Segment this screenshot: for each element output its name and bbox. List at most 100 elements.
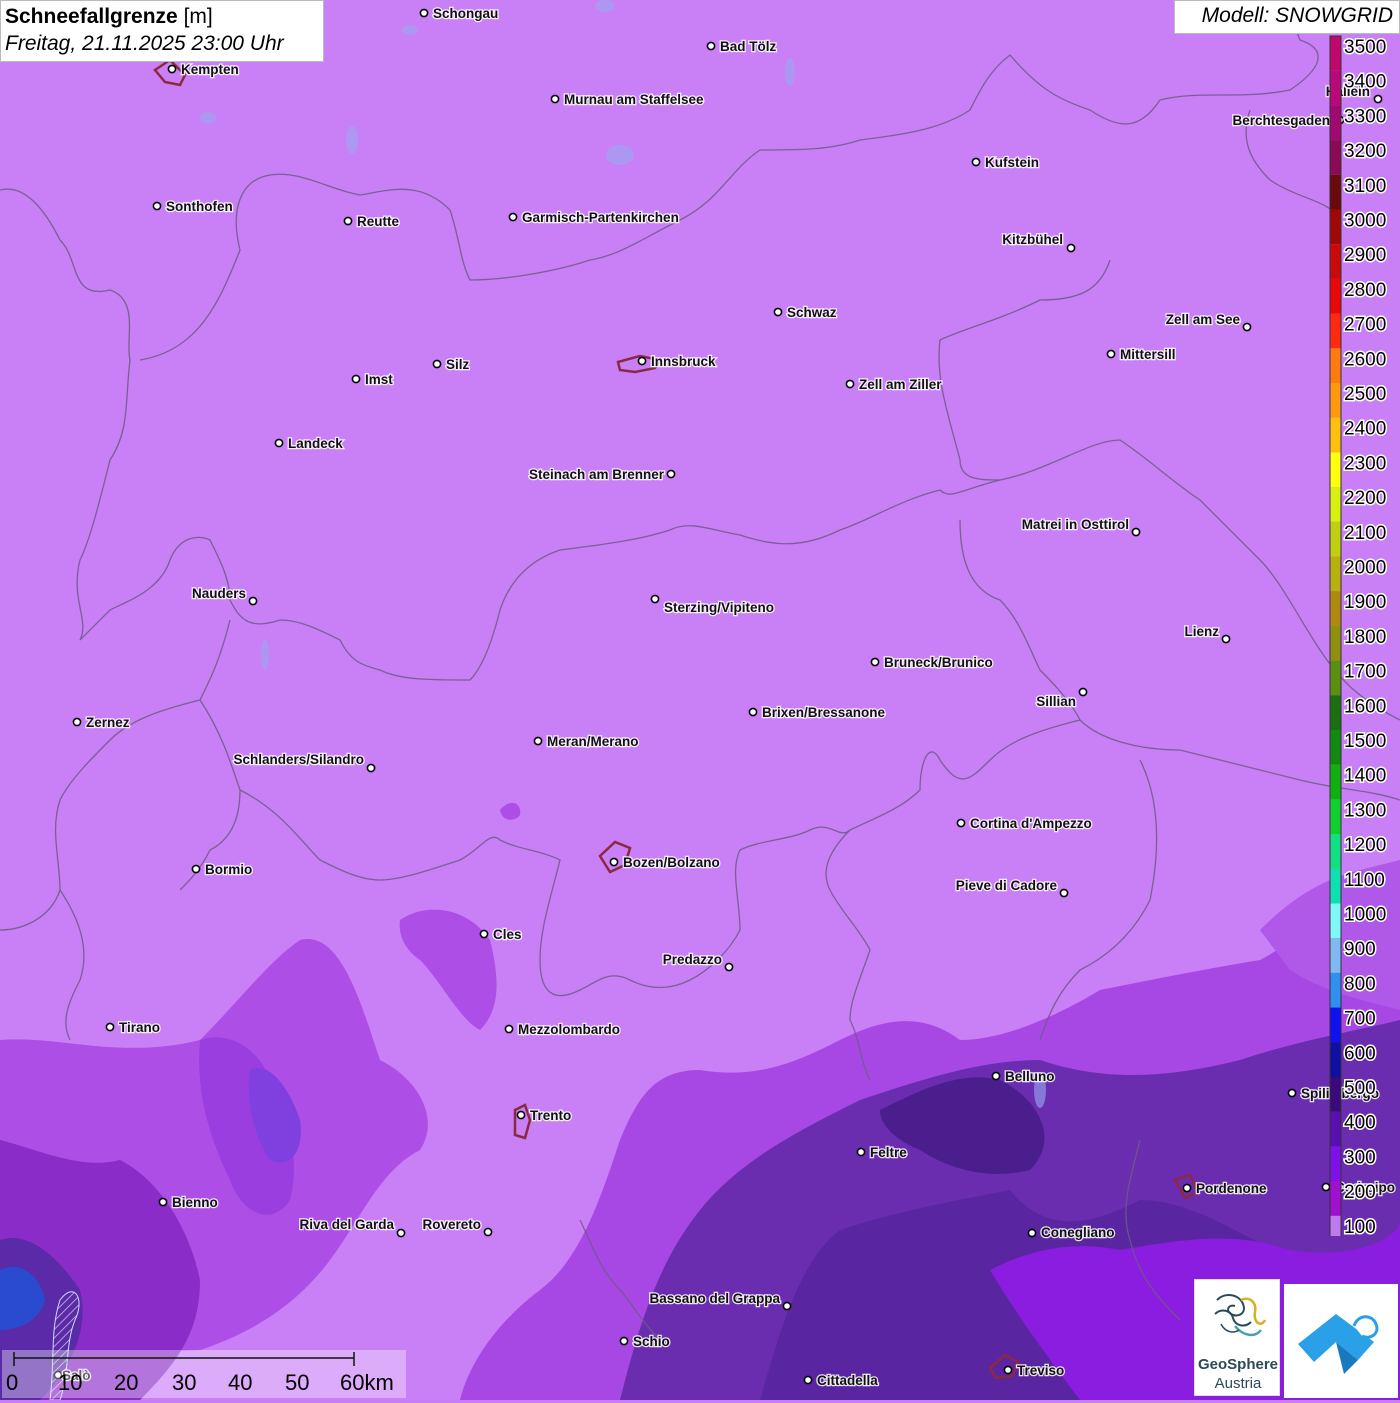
city-label: Bozen/Bolzano [623,855,720,870]
title-panel: Schneefallgrenze [m] Freitag, 21.11.2025… [0,0,324,62]
city-label: Trento [530,1108,571,1123]
city-marker: Bruneck/Brunico [870,654,994,671]
legend-swatch [1330,799,1341,835]
city-label: Schlanders/Silandro [233,752,364,767]
city-label: Riva del Garda [299,1217,394,1232]
legend-swatch [1330,972,1341,1008]
legend-swatch [1330,695,1341,730]
city-label: Kufstein [985,155,1039,170]
legend-swatch [1330,1077,1341,1112]
legend-swatch [1330,348,1341,383]
legend-label: 1400 [1344,766,1386,787]
city-label: Pordenone [1196,1181,1267,1196]
scale-label: 10 [58,1370,83,1395]
city-label: Mezzolombardo [518,1022,620,1037]
city-label: Pieve di Cadore [956,878,1058,893]
legend-label: 1900 [1344,592,1386,613]
city-label: Predazzo [663,952,722,967]
city-label: Mittersill [1120,347,1176,362]
legend-swatch [1330,591,1341,626]
city-dot [72,717,82,727]
legend-swatch [1330,938,1341,973]
city-label: Silz [446,357,470,372]
geosphere-emblem-icon [1214,1294,1267,1337]
city-dot [1131,527,1141,537]
legend-swatch [1330,764,1341,800]
legend-label: 1300 [1344,800,1386,821]
city-marker: Zell am Ziller [845,376,944,393]
city-label: Bad Tölz [720,39,776,54]
city-label: Kitzbühel [1002,232,1063,247]
city-label: Murnau am Staffelsee [564,92,704,107]
city-label: Imst [365,372,393,387]
city-dot [1287,1088,1297,1098]
legend-swatch [1330,487,1341,522]
city-label: Innsbruck [651,354,716,369]
legend-label: 1700 [1344,662,1386,683]
city-label: Schongau [433,6,498,21]
city-marker: Meran/Merano [533,733,640,750]
city-label: Meran/Merano [547,734,639,749]
city-marker: Murnau am Staffelsee [550,91,705,108]
legend-label: 2700 [1344,315,1386,336]
city-dot [971,157,981,167]
city-dot [619,1336,629,1346]
city-dot [419,8,429,18]
scale-label: 50 [285,1370,310,1395]
city-dot [991,1071,1001,1081]
city-label: Lienz [1184,624,1219,639]
city-dot [637,356,647,366]
legend-swatch [1330,452,1341,488]
legend-swatch [1330,1042,1341,1077]
city-label: Sonthofen [166,199,233,214]
legend-label: 2100 [1344,523,1386,544]
scale-label: 60km [340,1370,394,1395]
legend-label: 3300 [1344,106,1386,127]
geosphere-logo: GeoSphere Austria [1194,1279,1280,1396]
city-label: Bienno [172,1195,218,1210]
map-datetime: Freitag, 21.11.2025 23:00 Uhr [5,32,284,55]
scale-label: 30 [172,1370,197,1395]
legend-label: 2800 [1344,280,1386,301]
city-label: Brixen/Bressanone [762,705,886,720]
city-label: Berchtesgaden [1232,113,1330,128]
legend-label: 400 [1344,1113,1376,1134]
legend-swatch [1330,70,1341,106]
legend-swatch [1330,1111,1341,1147]
legend-swatch [1330,209,1341,245]
city-label: Nauders [192,586,246,601]
city-label: Cittadella [817,1373,878,1388]
legend-label: 100 [1344,1217,1376,1236]
legend-swatch [1330,1181,1341,1216]
scale-label: 20 [114,1370,139,1395]
city-label: Sillian [1036,694,1076,709]
city-label: Bormio [205,862,252,877]
city-dot [504,1024,514,1034]
city-label: Belluno [1005,1069,1055,1084]
legend-swatch [1330,174,1341,210]
legend-label: 3200 [1344,141,1386,162]
city-marker: Sonthofen [152,198,234,215]
legend-swatch [1330,1007,1341,1043]
legend-swatch [1330,903,1341,939]
city-marker: Innsbruck [637,353,717,370]
legend-swatch [1330,1146,1341,1182]
legend-label: 300 [1344,1147,1376,1168]
city-dot [533,736,543,746]
legend-label: 800 [1344,974,1376,995]
city-dot [105,1022,115,1032]
city-dot [782,1301,792,1311]
scale-bar-ticks [13,1352,355,1366]
city-marker: Conegliano [1027,1224,1116,1241]
city-dot [343,216,353,226]
legend-label: 600 [1344,1043,1376,1064]
city-dot [248,596,258,606]
legend-swatch [1330,244,1341,279]
city-dot [167,64,177,74]
city-label: Zell am See [1166,312,1241,327]
legend-label: 1600 [1344,696,1386,717]
city-dot [516,1110,526,1120]
legend-label: 2900 [1344,245,1386,266]
map-unit: [m] [183,5,213,28]
legend-label: 2500 [1344,384,1386,405]
